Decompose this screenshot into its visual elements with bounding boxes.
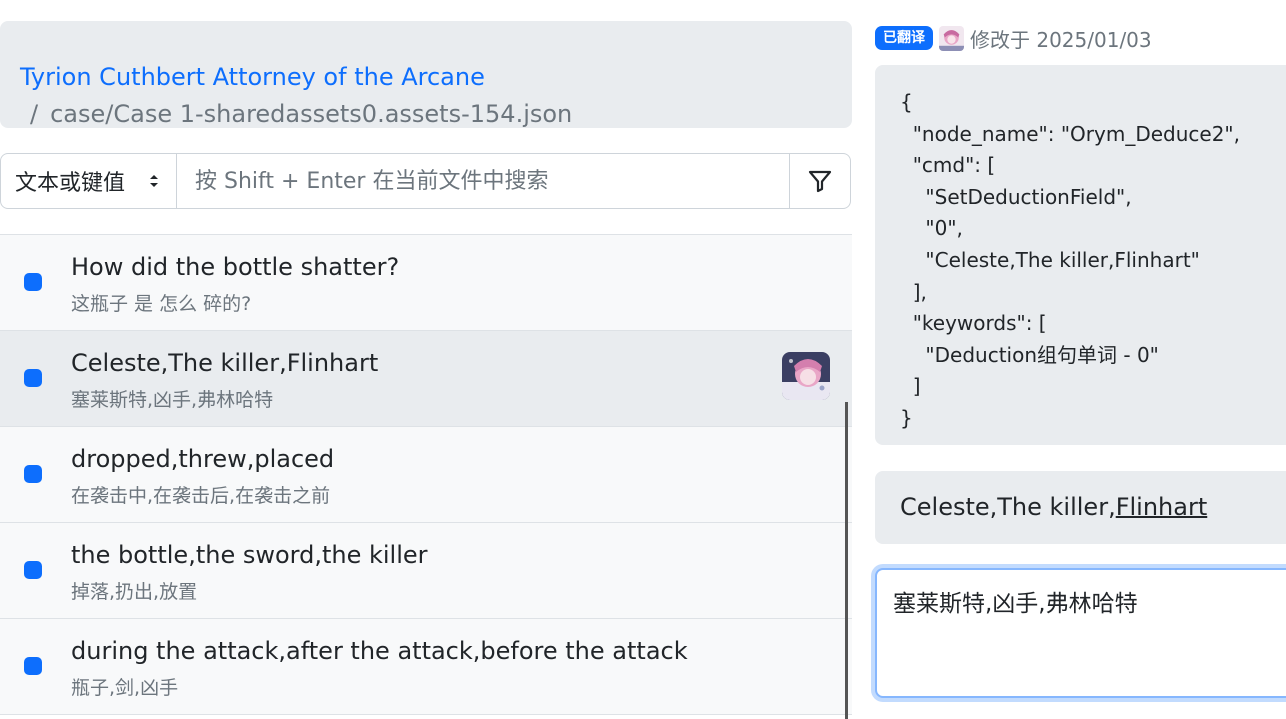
source-text-highlighted-term[interactable]: Flinhart: [1116, 493, 1208, 521]
source-text-box: Celeste,The killer,Flinhart: [875, 471, 1286, 544]
filter-button[interactable]: [789, 154, 850, 208]
list-item[interactable]: dropped,threw,placed 在袭击中,在袭击后,在袭击之前: [0, 427, 852, 523]
breadcrumb-separator: /: [30, 100, 39, 128]
breadcrumb-path: / case/Case 1-sharedassets0.assets-154.js…: [30, 100, 572, 128]
breadcrumb-file-path: case/Case 1-sharedassets0.assets-154.jso…: [50, 100, 573, 128]
search-bar: 文本或键值: [0, 153, 851, 209]
entry-translation: 塞莱斯特,凶手,弗林哈特: [71, 389, 274, 411]
entry-detail-panel: 已翻译 修改于 2025/01/03 { "node_name": "Orym_…: [852, 0, 1286, 719]
editor-avatar: [939, 25, 964, 51]
status-dot: [24, 657, 42, 675]
list-item[interactable]: during the attack,after the attack,befor…: [0, 619, 852, 715]
translation-input[interactable]: [875, 568, 1286, 698]
entry-translation: 在袭击中,在袭击后,在袭击之前: [71, 485, 331, 507]
list-item[interactable]: How did the bottle shatter? 这瓶子 是 怎么 碎的?: [0, 235, 852, 331]
entry-original: dropped,threw,placed: [71, 445, 335, 473]
search-mode-label: 文本或键值: [15, 171, 126, 196]
search-input[interactable]: [177, 154, 791, 208]
entry-original: the bottle,the sword,the killer: [71, 541, 428, 569]
list-item[interactable]: Celeste,The killer,Flinhart 塞莱斯特,凶手,弗林哈特: [0, 331, 852, 427]
source-text: Celeste,The killer,Flinhart: [900, 493, 1207, 521]
entry-translation: 这瓶子 是 怎么 碎的?: [71, 293, 252, 315]
list-item[interactable]: the bottle,the sword,the killer 掉落,扔出,放置: [0, 523, 852, 619]
raw-json-block: { "node_name": "Orym_Deduce2", "cmd": [ …: [875, 65, 1286, 445]
entry-original: Celeste,The killer,Flinhart: [71, 349, 379, 377]
entry-original: How did the bottle shatter?: [71, 253, 400, 281]
search-mode-select[interactable]: 文本或键值: [1, 154, 177, 208]
raw-json-text: { "node_name": "Orym_Deduce2", "cmd": [ …: [900, 90, 1240, 430]
status-dot: [24, 465, 42, 483]
entry-translation: 瓶子,剑,凶手: [71, 677, 179, 699]
status-dot: [24, 369, 42, 387]
breadcrumb-project-link[interactable]: Tyrion Cuthbert Attorney of the Arcane: [20, 63, 485, 91]
breadcrumb: Tyrion Cuthbert Attorney of the Arcane /…: [0, 21, 852, 128]
entry-translation: 掉落,扔出,放置: [71, 581, 198, 603]
entry-meta: 已翻译 修改于 2025/01/03: [875, 24, 1152, 52]
source-text-prefix: Celeste,The killer,: [900, 493, 1116, 521]
entry-list: How did the bottle shatter? 这瓶子 是 怎么 碎的?…: [0, 234, 852, 715]
file-entries-panel: Tyrion Cuthbert Attorney of the Arcane /…: [0, 0, 852, 719]
filter-icon: [808, 170, 832, 193]
status-dot: [24, 273, 42, 291]
avatar: [782, 352, 830, 400]
modified-date: 修改于 2025/01/03: [970, 27, 1152, 52]
status-badge: 已翻译: [875, 26, 933, 50]
select-caret-icon: [150, 175, 158, 187]
status-dot: [24, 561, 42, 579]
entry-original: during the attack,after the attack,befor…: [71, 637, 688, 665]
list-scrollbar[interactable]: [845, 402, 848, 719]
